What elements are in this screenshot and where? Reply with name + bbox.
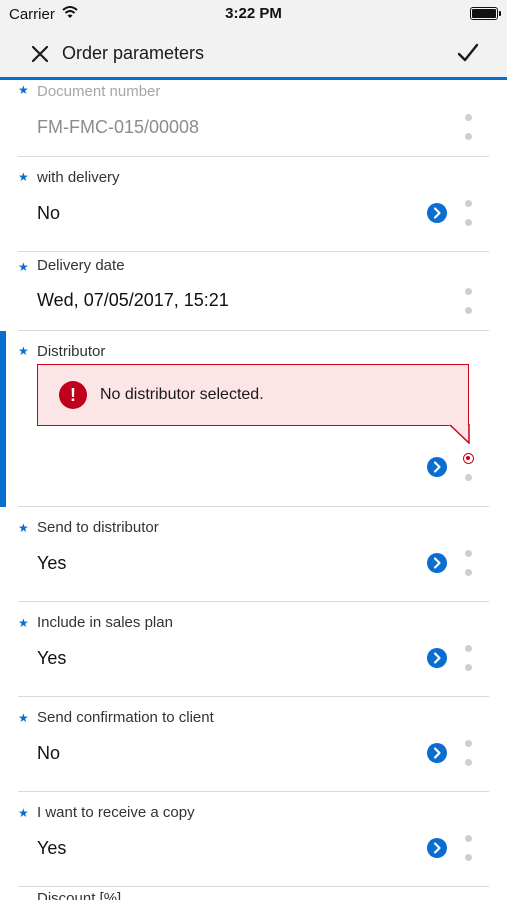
chevron-right-icon[interactable] bbox=[427, 838, 447, 858]
field-document-number: ★ Document number FM-FMC-015/00008 bbox=[0, 83, 507, 157]
chevron-right-icon[interactable] bbox=[427, 203, 447, 223]
field-receive-copy[interactable]: ★ I want to receive a copy Yes bbox=[0, 792, 507, 887]
battery-icon bbox=[470, 7, 501, 20]
field-send-confirmation[interactable]: ★ Send confirmation to client No bbox=[0, 697, 507, 792]
field-value: Yes bbox=[37, 553, 67, 573]
field-label: Include in sales plan bbox=[37, 614, 173, 631]
field-value: No bbox=[37, 203, 61, 223]
more-dots-icon[interactable] bbox=[465, 288, 473, 316]
field-discount[interactable]: Discount [%] bbox=[0, 887, 507, 900]
field-label: Send to distributor bbox=[37, 519, 159, 536]
required-icon: ★ bbox=[18, 260, 29, 274]
field-delivery-date[interactable]: ★ Delivery date Wed, 07/05/2017, 15:21 bbox=[0, 252, 507, 331]
required-icon: ★ bbox=[18, 344, 29, 358]
field-label: with delivery bbox=[37, 169, 120, 186]
more-dots-icon[interactable] bbox=[465, 550, 473, 578]
error-message-box: ! No distributor selected. bbox=[37, 364, 469, 426]
more-dots-icon[interactable] bbox=[465, 200, 473, 228]
field-value: FM-FMC-015/00008 bbox=[37, 117, 200, 137]
error-callout-pointer bbox=[449, 424, 470, 444]
checkmark-icon[interactable] bbox=[455, 40, 481, 66]
nav-bar: Order parameters bbox=[0, 30, 507, 80]
more-dots-icon[interactable] bbox=[465, 645, 473, 673]
more-dots-icon[interactable] bbox=[465, 740, 473, 768]
error-status-icon[interactable] bbox=[463, 453, 474, 483]
required-icon: ★ bbox=[18, 711, 29, 725]
chevron-right-icon[interactable] bbox=[427, 553, 447, 573]
required-icon: ★ bbox=[18, 170, 29, 184]
field-include-in-sales-plan[interactable]: ★ Include in sales plan Yes bbox=[0, 602, 507, 697]
field-value: No bbox=[37, 743, 61, 763]
status-bar: Carrier 3:22 PM bbox=[0, 0, 507, 30]
required-icon: ★ bbox=[18, 806, 29, 820]
field-value: Yes bbox=[37, 648, 67, 668]
required-icon: ★ bbox=[18, 83, 29, 97]
more-dots-icon[interactable] bbox=[465, 835, 473, 863]
status-time: 3:22 PM bbox=[225, 5, 282, 22]
close-icon[interactable] bbox=[28, 42, 52, 66]
exclamation-icon: ! bbox=[59, 381, 87, 409]
field-label: Delivery date bbox=[37, 257, 125, 274]
field-label: Send confirmation to client bbox=[37, 709, 214, 726]
required-icon: ★ bbox=[18, 521, 29, 535]
chevron-right-icon[interactable] bbox=[427, 457, 447, 477]
field-value: Yes bbox=[37, 838, 67, 858]
field-label: I want to receive a copy bbox=[37, 804, 195, 821]
error-message: No distributor selected. bbox=[100, 386, 264, 403]
field-send-to-distributor[interactable]: ★ Send to distributor Yes bbox=[0, 507, 507, 602]
chevron-right-icon[interactable] bbox=[427, 743, 447, 763]
field-with-delivery[interactable]: ★ with delivery No bbox=[0, 157, 507, 252]
required-icon: ★ bbox=[18, 616, 29, 630]
field-label: Distributor bbox=[37, 343, 106, 360]
page-title: Order parameters bbox=[62, 43, 205, 63]
chevron-right-icon[interactable] bbox=[427, 648, 447, 668]
field-label: Discount [%] bbox=[37, 890, 122, 900]
field-label: Document number bbox=[37, 83, 161, 100]
field-value: Wed, 07/05/2017, 15:21 bbox=[37, 290, 229, 310]
more-dots-icon[interactable] bbox=[465, 114, 473, 142]
